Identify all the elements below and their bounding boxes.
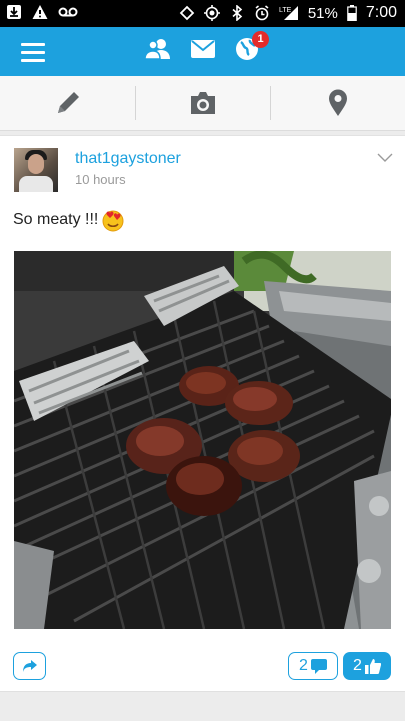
chevron-down-icon[interactable] [377, 153, 393, 163]
globe-notifications-button[interactable]: 1 [235, 31, 269, 61]
download-icon [7, 5, 21, 19]
post-actions: 2 2 [0, 644, 405, 680]
sync-icon [179, 5, 195, 21]
comment-button[interactable]: 2 [288, 652, 338, 680]
friends-icon[interactable] [145, 38, 171, 60]
like-button[interactable]: 2 [343, 652, 391, 680]
share-button[interactable] [13, 652, 46, 680]
signal-icon: LTE [279, 6, 298, 20]
grill-photo [14, 251, 391, 629]
share-arrow-icon [22, 660, 37, 672]
location-target-icon [203, 5, 220, 21]
camera-icon [190, 92, 215, 114]
svg-text:LTE: LTE [279, 7, 292, 14]
status-bar: LTE 51% 7:00 [0, 0, 405, 27]
post-card: that1gaystoner 10 hours So meaty !!! 2 2 [0, 135, 405, 692]
next-post-edge [0, 691, 405, 721]
write-post-button[interactable] [0, 76, 135, 130]
location-pin-icon [328, 89, 347, 116]
post-username[interactable]: that1gaystoner [75, 150, 181, 168]
post-text-row: So meaty !!! [13, 208, 125, 232]
alarm-icon [255, 5, 269, 21]
comment-icon [310, 658, 327, 674]
pencil-icon [57, 92, 79, 113]
battery-percent: 51% [307, 4, 338, 22]
menu-icon[interactable] [21, 43, 45, 62]
voicemail-icon [58, 7, 78, 17]
post-text: So meaty !!! [13, 211, 99, 228]
like-count: 2 [353, 657, 362, 674]
post-photo[interactable] [14, 251, 391, 629]
messages-icon[interactable] [191, 40, 215, 58]
battery-icon [347, 5, 357, 21]
bluetooth-icon [232, 5, 243, 21]
photo-post-button[interactable] [135, 76, 270, 130]
compose-toolbar [0, 76, 405, 131]
app-bar: 1 [0, 27, 405, 76]
thumbs-up-icon [364, 658, 381, 674]
notification-badge: 1 [252, 31, 269, 48]
comment-count: 2 [299, 657, 308, 674]
warning-icon [32, 5, 48, 19]
heart-eyes-emoji [102, 210, 124, 232]
post-timestamp: 10 hours [75, 172, 126, 187]
avatar[interactable] [14, 148, 58, 192]
clock: 7:00 [365, 4, 397, 21]
checkin-button[interactable] [270, 76, 405, 130]
